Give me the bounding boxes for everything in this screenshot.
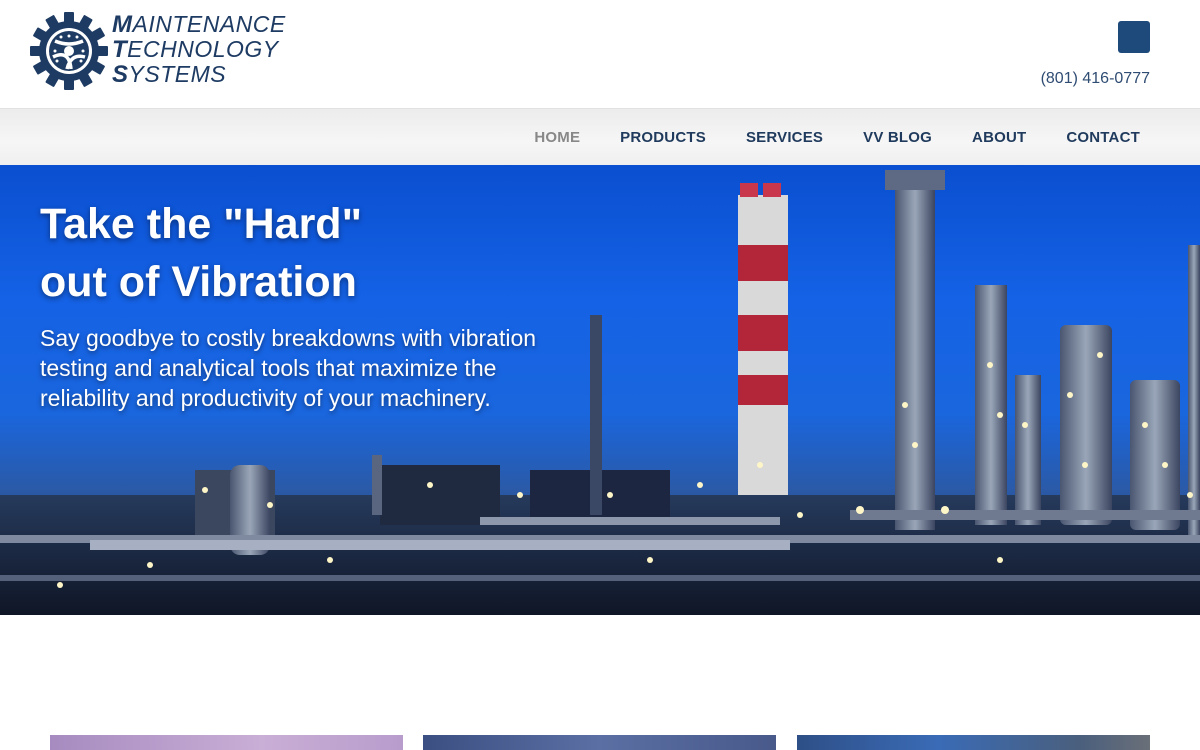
site-header: MAINTENANCE TECHNOLOGY SYSTEMS (801) 416… <box>0 0 1200 108</box>
feature-card-image[interactable] <box>50 735 403 750</box>
logo-letter: S <box>112 61 129 88</box>
feature-card-image[interactable] <box>423 735 776 750</box>
nav-item-about[interactable]: ABOUT <box>972 129 1026 146</box>
phone-link[interactable]: (801) 416-0777 <box>1041 70 1150 88</box>
logo-letter: T <box>112 36 128 63</box>
hero-title-line: Take the "Hard" <box>40 200 362 248</box>
hero-subtitle: Say goodbye to costly breakdowns with vi… <box>40 325 537 411</box>
menu-square-button[interactable] <box>1118 21 1150 53</box>
hero-title: Take the "Hard" out of Vibration <box>40 195 600 311</box>
gear-logo-icon <box>30 12 108 90</box>
main-nav: HOME PRODUCTS SERVICES VV BLOG ABOUT CON… <box>0 108 1200 165</box>
nav-item-contact[interactable]: CONTACT <box>1066 129 1140 146</box>
hero-banner: Take the "Hard" out of Vibration Say goo… <box>0 165 1200 615</box>
feature-card-image[interactable] <box>797 735 1150 750</box>
nav-item-services[interactable]: SERVICES <box>746 129 823 146</box>
logo-word: YSTEMS <box>128 61 227 87</box>
nav-item-home[interactable]: HOME <box>534 129 580 146</box>
hero-title-line: out of Vibration <box>40 258 357 306</box>
nav-item-products[interactable]: PRODUCTS <box>620 129 706 146</box>
logo-link[interactable]: MAINTENANCE TECHNOLOGY SYSTEMS <box>30 12 300 90</box>
nav-item-vv-blog[interactable]: VV BLOG <box>863 129 932 146</box>
logo-word: ECHNOLOGY <box>127 36 279 62</box>
logo-word: AINTENANCE <box>132 11 286 37</box>
logo-letter: M <box>112 11 133 38</box>
logo-wordmark: MAINTENANCE TECHNOLOGY SYSTEMS <box>112 11 302 88</box>
